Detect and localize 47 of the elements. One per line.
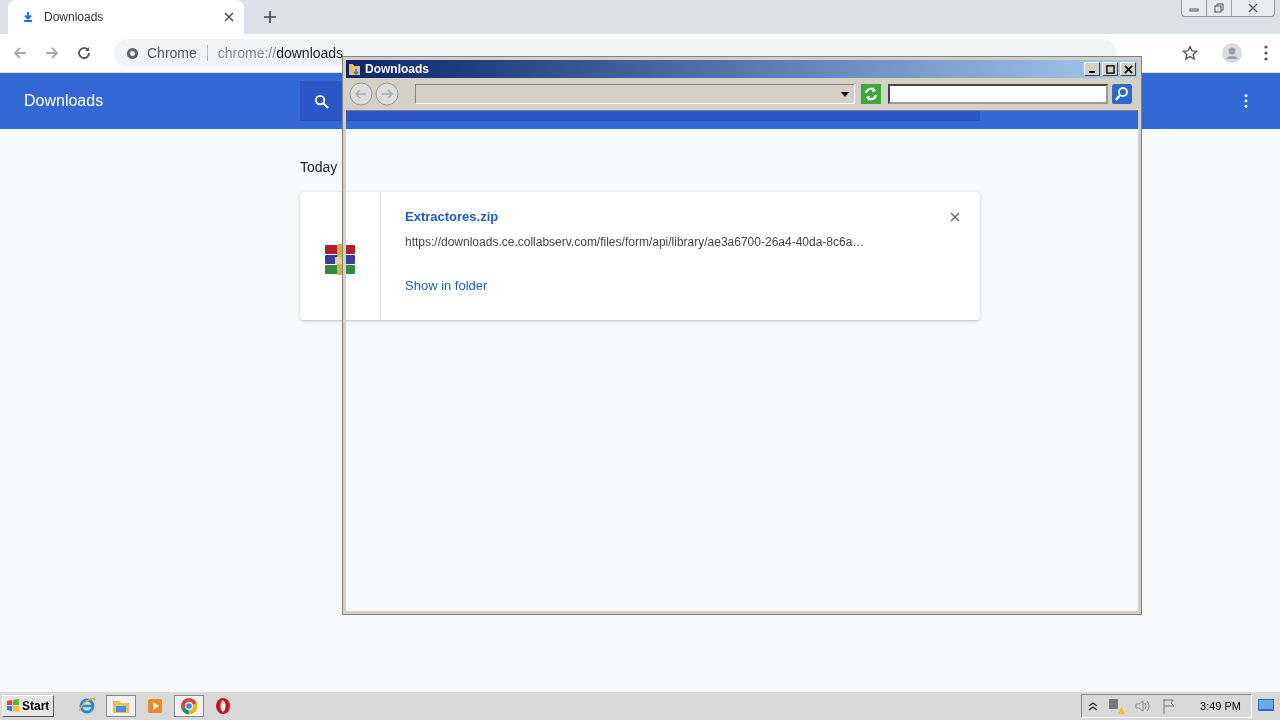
search-icon[interactable] (1112, 84, 1132, 104)
url-text: chrome://downloads (217, 45, 344, 61)
browser-e-icon (78, 697, 96, 715)
chrome-icon (126, 46, 139, 60)
windows-logo-icon (6, 699, 20, 713)
taskbar-app-button[interactable] (174, 695, 204, 717)
address-field[interactable] (415, 84, 855, 104)
search-field[interactable] (888, 84, 1108, 104)
menu-icon[interactable] (1244, 94, 1248, 108)
folder-icon (348, 62, 362, 76)
archive-icon (324, 244, 356, 276)
forward-icon[interactable] (44, 45, 60, 61)
menu-icon[interactable] (1264, 45, 1268, 61)
back-icon[interactable] (12, 45, 28, 61)
maximize-button[interactable] (1102, 62, 1118, 76)
close-icon (1123, 64, 1133, 74)
star-icon[interactable] (1182, 45, 1198, 61)
start-button[interactable]: Start (2, 695, 54, 717)
restore-icon (1214, 3, 1224, 13)
section-heading: Today (300, 159, 339, 175)
maximize-icon (1105, 64, 1115, 74)
close-icon (1248, 3, 1258, 13)
reload-icon[interactable] (76, 45, 92, 61)
file-name-link[interactable]: Extractores.zip (405, 209, 499, 224)
new-tab-icon[interactable] (264, 11, 276, 23)
chevron-up-icon[interactable] (1088, 701, 1099, 711)
dropdown-arrow-icon (841, 91, 849, 97)
download-icon (22, 11, 34, 23)
close-icon[interactable] (950, 211, 960, 222)
avatar-icon[interactable] (1222, 43, 1242, 63)
chrome-icon (180, 697, 198, 715)
browser-tab[interactable]: Downloads (8, 0, 244, 34)
search-icon (314, 93, 329, 109)
opera-icon (214, 697, 232, 715)
taskbar-app-button[interactable] (106, 695, 136, 717)
close-icon[interactable] (224, 12, 234, 22)
refresh-icon[interactable] (861, 84, 881, 104)
play-icon (146, 697, 164, 715)
tab-title: Downloads (44, 10, 105, 24)
clock: 3:49 PM (1200, 700, 1241, 712)
close-button[interactable] (1120, 62, 1136, 76)
network-warning-icon[interactable] (1107, 697, 1126, 715)
download-url: https://downloads.ce.collabserv.com/files/form/api/library/ae3a6700-26a4-40da-8c6a… (405, 235, 866, 249)
site-label: Chrome (147, 45, 197, 61)
desktop-icon[interactable] (1258, 699, 1274, 713)
show-in-folder-link[interactable]: Show in folder (405, 278, 488, 293)
page-title: Downloads (24, 92, 105, 110)
